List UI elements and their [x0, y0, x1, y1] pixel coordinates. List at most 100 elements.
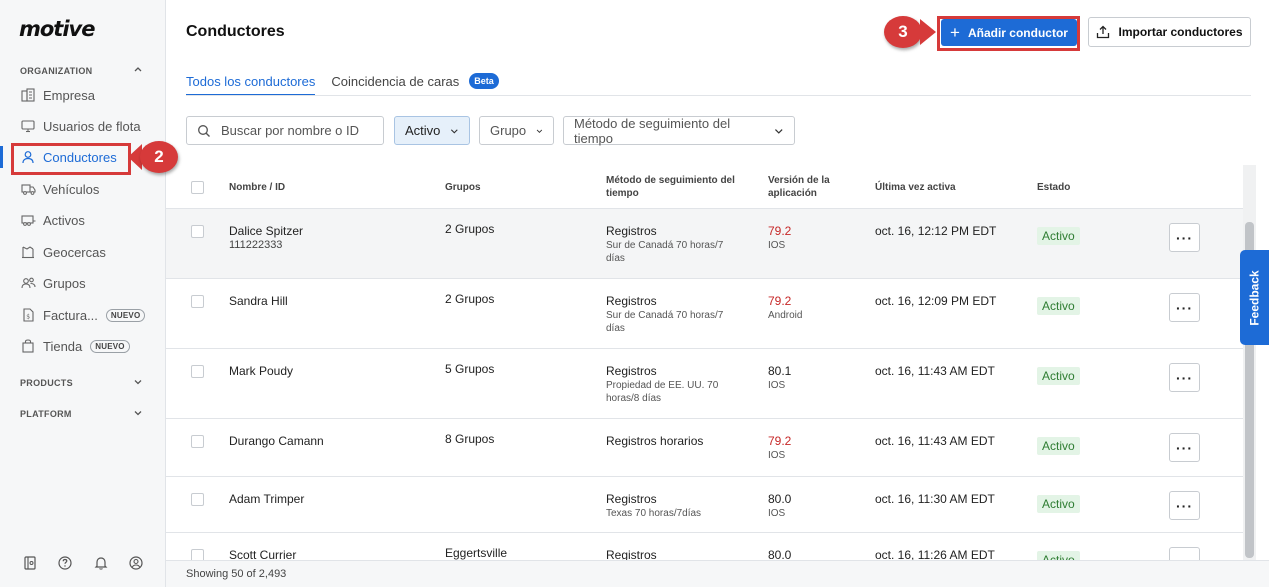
sidebar-item-vehiculos[interactable]: Vehículos [0, 176, 166, 202]
chevron-down-icon [536, 129, 543, 133]
table-row[interactable]: Sandra Hill 2 Grupos Registros Sur de Canad… [166, 279, 1243, 349]
sidebar-item-label: Usuarios de flota [43, 118, 141, 134]
more-actions-button[interactable]: ··· [1169, 363, 1200, 392]
bell-icon[interactable] [93, 555, 109, 571]
driver-name-cell[interactable]: Mark Poudy [229, 364, 293, 379]
sidebar-item-geocercas[interactable]: Geocercas [0, 239, 166, 265]
method-value: Registros [606, 364, 657, 378]
driver-name[interactable]: Sandra Hill [229, 294, 288, 308]
driver-name[interactable]: Dalice Spitzer [229, 224, 303, 238]
method-cell: Registros Sur de Canadá 70 horas/7 días [606, 224, 741, 265]
driver-name-cell[interactable]: Dalice Spitzer 111222333 [229, 224, 303, 252]
groups-cell[interactable]: 5 Grupos [445, 362, 494, 376]
import-drivers-button[interactable]: Importar conductores [1088, 17, 1251, 47]
book-icon[interactable] [22, 555, 38, 571]
add-driver-button[interactable]: + Añadir conductor [941, 19, 1077, 46]
callout-number-3: 3 [884, 16, 922, 48]
sidebar-item-grupos[interactable]: Grupos [0, 270, 166, 296]
app-version: 80.0 [768, 492, 792, 506]
row-checkbox[interactable] [191, 435, 204, 448]
method-value: Registros horarios [606, 434, 704, 448]
profile-icon[interactable] [128, 555, 144, 571]
callout-highlight-conductores [11, 143, 131, 175]
device-platform: Android [768, 310, 803, 321]
status-badge: Activo [1037, 437, 1080, 455]
driver-name-cell[interactable]: Adam Trimper [229, 492, 304, 507]
beta-badge: Beta [469, 73, 499, 89]
group-filter[interactable]: Grupo [479, 116, 554, 145]
col-last-active[interactable]: Última vez activa [875, 165, 956, 209]
select-all-cell[interactable] [191, 165, 204, 209]
chevron-down-icon[interactable] [133, 408, 143, 418]
search-icon [197, 124, 211, 138]
groups-cell[interactable]: 8 Grupos [445, 432, 494, 446]
driver-name[interactable]: Mark Poudy [229, 364, 293, 378]
method-cell: Registros Sur de Canadá 70 horas/7 días [606, 294, 741, 335]
motive-logo[interactable]: motive [19, 17, 95, 41]
sidebar-item-label: Tienda [43, 338, 83, 354]
col-status[interactable]: Estado [1037, 165, 1070, 209]
more-actions-button[interactable]: ··· [1169, 223, 1200, 252]
status-badge: Activo [1037, 297, 1080, 315]
row-checkbox[interactable] [191, 493, 204, 506]
tabs-divider [186, 95, 1251, 96]
col-version[interactable]: Versión de la aplicación [768, 165, 848, 209]
sidebar: motive ORGANIZATION Empresa Usuarios de … [0, 0, 166, 587]
more-actions-button[interactable]: ··· [1169, 433, 1200, 462]
feedback-tab[interactable]: Feedback [1240, 250, 1269, 345]
search-input[interactable]: Buscar por nombre o ID [186, 116, 384, 145]
method-value: Registros [606, 492, 657, 506]
more-actions-button[interactable]: ··· [1169, 293, 1200, 322]
driver-name-cell[interactable]: Durango Camann [229, 434, 324, 449]
more-actions-button[interactable]: ··· [1169, 491, 1200, 520]
trailer-icon [20, 212, 36, 228]
sidebar-item-tienda[interactable]: Tienda NUEVO [0, 333, 166, 359]
status-filter[interactable]: Activo [394, 116, 470, 145]
tab-face-match[interactable]: Coincidencia de caras Beta [331, 66, 514, 96]
import-drivers-label: Importar conductores [1118, 25, 1243, 39]
last-active-cell: oct. 16, 12:12 PM EDT [875, 224, 997, 238]
col-groups[interactable]: Grupos [445, 165, 481, 209]
table-row[interactable]: Dalice Spitzer 111222333 2 Grupos Registros… [166, 209, 1243, 279]
section-organization[interactable]: ORGANIZATION [20, 66, 92, 76]
sidebar-item-label: Vehículos [43, 181, 100, 197]
section-products[interactable]: PRODUCTS [20, 378, 73, 388]
tab-all-drivers[interactable]: Todos los conductores [186, 66, 331, 96]
row-checkbox[interactable] [191, 365, 204, 378]
driver-name[interactable]: Durango Camann [229, 434, 324, 448]
sidebar-item-label: Geocercas [43, 244, 106, 260]
groups-cell[interactable]: Eggertsville [445, 546, 507, 560]
help-icon[interactable] [57, 555, 73, 571]
chevron-up-icon[interactable] [133, 64, 143, 74]
section-platform[interactable]: PLATFORM [20, 409, 72, 419]
truck-icon [20, 181, 36, 197]
sidebar-item-usuarios[interactable]: Usuarios de flota [0, 113, 166, 139]
groups-cell[interactable]: 2 Grupos [445, 292, 494, 306]
sidebar-item-factura[interactable]: $ Factura... NUEVO [0, 302, 166, 328]
device-platform: IOS [768, 450, 786, 461]
method-cell: Registros horarios [606, 434, 741, 449]
groups-cell[interactable]: 2 Grupos [445, 222, 494, 236]
select-all-checkbox[interactable] [191, 180, 204, 194]
method-detail: Texas 70 horas/7días [606, 508, 702, 519]
table-row[interactable]: Durango Camann 8 Grupos Registros horarios… [166, 419, 1243, 477]
group-filter-label: Grupo [490, 123, 527, 138]
col-name[interactable]: Nombre / ID [229, 165, 285, 209]
table-row[interactable]: Adam Trimper Registros Texas 70 horas/7día… [166, 477, 1243, 533]
driver-name[interactable]: Adam Trimper [229, 492, 304, 506]
table-row[interactable]: Mark Poudy 5 Grupos Registros Propiedad de … [166, 349, 1243, 419]
row-checkbox[interactable] [191, 225, 204, 238]
driver-name-cell[interactable]: Sandra Hill [229, 294, 288, 309]
sidebar-item-empresa[interactable]: Empresa [0, 82, 166, 108]
col-method[interactable]: Método de seguimiento del tiempo [606, 165, 746, 209]
chevron-down-icon[interactable] [133, 377, 143, 387]
geofence-icon [20, 244, 36, 260]
row-checkbox[interactable] [191, 295, 204, 308]
upload-icon [1096, 25, 1110, 39]
method-filter[interactable]: Método de seguimiento del tiempo [563, 116, 795, 146]
sidebar-item-activos[interactable]: Activos [0, 207, 166, 233]
version-cell: 80.1 IOS [768, 364, 791, 392]
device-platform: IOS [768, 240, 786, 251]
method-cell: Registros Propiedad de EE. UU. 70 horas/8… [606, 364, 741, 405]
status-badge: Activo [1037, 227, 1080, 245]
